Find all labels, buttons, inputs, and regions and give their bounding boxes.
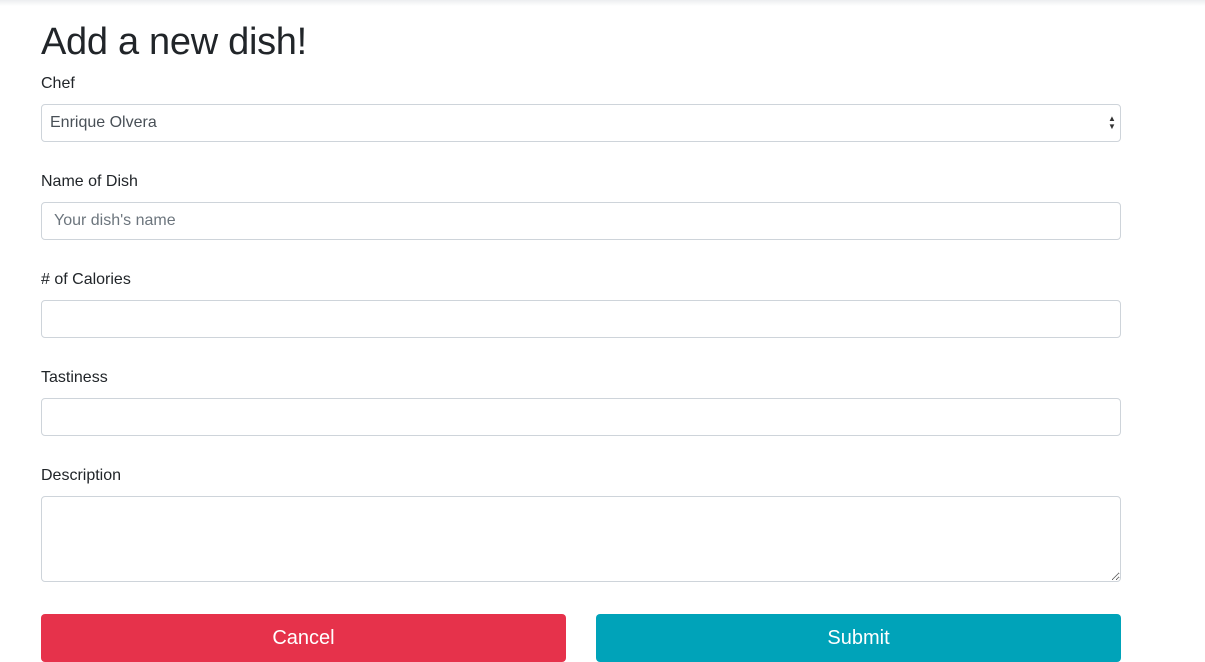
calories-input[interactable] xyxy=(41,300,1121,338)
chef-label: Chef xyxy=(41,75,75,92)
top-shadow-bar xyxy=(0,0,1205,6)
select-arrows-icon: ▲ ▼ xyxy=(1108,114,1116,131)
page-title: Add a new dish! xyxy=(41,21,307,63)
chef-select-value[interactable]: Enrique Olvera xyxy=(41,104,1121,142)
tastiness-label: Tastiness xyxy=(41,369,108,386)
chef-select[interactable]: Enrique Olvera ▲ ▼ xyxy=(41,104,1121,142)
add-dish-form: Add a new dish! Chef Enrique Olvera ▲ ▼ N… xyxy=(41,20,1121,662)
description-label: Description xyxy=(41,467,122,484)
dish-name-label: Name of Dish xyxy=(41,173,138,190)
description-textarea[interactable] xyxy=(41,496,1121,582)
dish-name-input[interactable] xyxy=(41,202,1121,240)
calories-label: # of Calories xyxy=(41,271,131,288)
tastiness-input[interactable] xyxy=(41,398,1121,436)
